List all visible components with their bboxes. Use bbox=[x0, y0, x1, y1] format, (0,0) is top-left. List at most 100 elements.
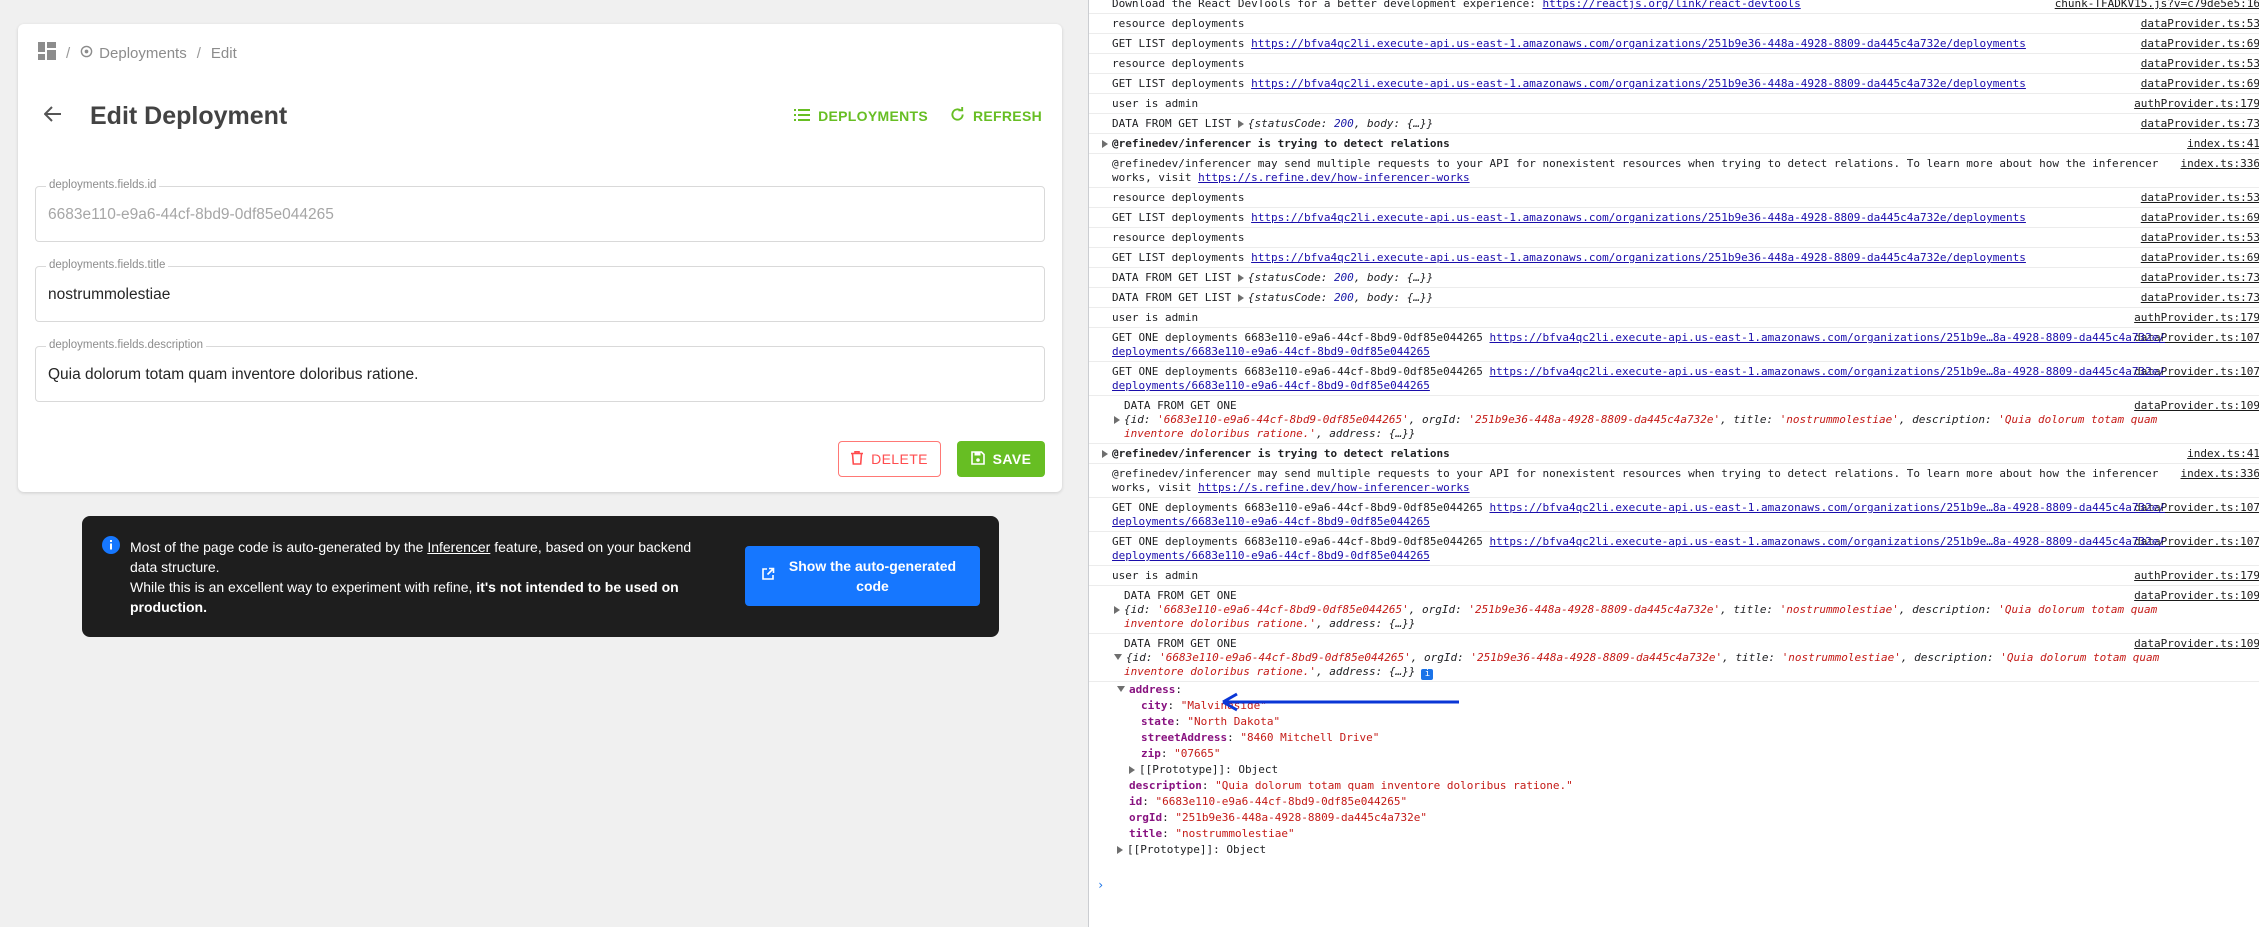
object-colon: : bbox=[1213, 843, 1227, 856]
description-field[interactable]: deployments.fields.description Quia dolo… bbox=[35, 339, 1045, 402]
object-value: "8460 Mitchell Drive" bbox=[1240, 731, 1380, 744]
object-key: address bbox=[1129, 683, 1176, 696]
console-source-link[interactable]: index.ts:41 bbox=[2187, 447, 2259, 461]
console-message: GET LIST deployments https://bfva4qc2li.… bbox=[1112, 37, 2170, 51]
console-text: GET ONE deployments 6683e110-e9a6-44cf-8… bbox=[1112, 535, 1490, 548]
console-row: index.ts:336 @refinedev/inferencer may se… bbox=[1089, 154, 2259, 188]
object-key: description bbox=[1129, 779, 1202, 792]
description-field-value[interactable]: Quia dolorum totam quam inventore dolori… bbox=[48, 366, 418, 384]
banner-text: Most of the page code is auto-generated … bbox=[130, 537, 720, 617]
object-key: state bbox=[1141, 715, 1175, 728]
console-message: resource deployments bbox=[1112, 17, 2170, 31]
edit-card: / Deployments / Edit Edit Deployment DEP… bbox=[18, 24, 1062, 492]
console-url-link[interactable]: https://reactjs.org/link/react-devtools bbox=[1542, 0, 1800, 10]
console-url-link[interactable]: https://bfva4qc2li.execute-api.us-east-1… bbox=[1251, 37, 2026, 50]
console-object[interactable]: {statusCode: 200, body: {…}} bbox=[1248, 271, 1433, 284]
object-tree-node: orgId: "251b9e36-448a-4928-8809-da445c4a… bbox=[1129, 810, 1427, 826]
object-tree-node: city: "Malvinaside" bbox=[1141, 698, 1267, 714]
expand-triangle-icon[interactable] bbox=[1114, 654, 1122, 660]
info-icon bbox=[102, 536, 120, 559]
expand-triangle-icon[interactable] bbox=[1114, 416, 1120, 424]
console-source-link[interactable]: index.ts:336 bbox=[2181, 467, 2259, 481]
id-field-value: 6683e110-e9a6-44cf-8bd9-0df85e044265 bbox=[48, 206, 334, 223]
console-message: GET LIST deployments https://bfva4qc2li.… bbox=[1112, 211, 2170, 225]
expand-triangle-icon[interactable] bbox=[1102, 450, 1108, 458]
object-key: [[Prototype]] bbox=[1139, 763, 1226, 776]
object-tree-node[interactable]: [[Prototype]]: Object bbox=[1117, 842, 1266, 858]
show-code-button[interactable]: Show the auto-generated code bbox=[745, 546, 980, 606]
deployments-list-label: DEPLOYMENTS bbox=[818, 108, 928, 124]
expand-triangle-icon[interactable] bbox=[1114, 606, 1120, 614]
refresh-button[interactable]: REFRESH bbox=[950, 106, 1042, 125]
object-tree-node[interactable]: address: bbox=[1117, 682, 1189, 698]
console-text: user is admin bbox=[1112, 97, 1199, 110]
console-row: dataProvider.ts:69 GET LIST deployments h… bbox=[1089, 74, 2259, 94]
title-field[interactable]: deployments.fields.title nostrummolestia… bbox=[35, 259, 1045, 322]
title-field-value[interactable]: nostrummolestiae bbox=[48, 286, 170, 304]
console-row: dataProvider.ts:69 GET LIST deployments h… bbox=[1089, 208, 2259, 228]
id-field-label: deployments.fields.id bbox=[46, 179, 160, 191]
console-text: GET LIST deployments bbox=[1112, 211, 1252, 224]
expand-triangle-icon[interactable] bbox=[1117, 686, 1125, 692]
console-row: dataProvider.ts:109 DATA FROM GET ONE {id:… bbox=[1089, 586, 2259, 634]
inferencer-link[interactable]: Inferencer bbox=[427, 539, 490, 555]
console-object-preview[interactable]: {id: '6683e110-e9a6-44cf-8bd9-0df85e0442… bbox=[1124, 413, 2164, 440]
console-text: resource deployments bbox=[1112, 17, 1245, 30]
description-field-label: deployments.fields.description bbox=[46, 339, 207, 351]
console-row: dataProvider.ts:73 DATA FROM GET LIST {st… bbox=[1089, 268, 2259, 288]
list-icon bbox=[794, 108, 811, 124]
expand-triangle-icon[interactable] bbox=[1237, 274, 1244, 282]
floppy-icon bbox=[970, 450, 985, 468]
back-button[interactable] bbox=[38, 101, 68, 131]
console-object[interactable]: {statusCode: 200, body: {…}} bbox=[1248, 117, 1433, 130]
object-key: [[Prototype]] bbox=[1127, 843, 1214, 856]
console-url-link[interactable]: https://s.refine.dev/how-inferencer-work… bbox=[1198, 171, 1470, 184]
console-message: Download the React DevTools for a better… bbox=[1112, 0, 2170, 11]
delete-button[interactable]: DELETE bbox=[838, 441, 941, 477]
object-colon: : bbox=[1227, 731, 1241, 744]
console-text: @refinedev/inferencer is trying to detec… bbox=[1112, 447, 1450, 460]
console-url-link[interactable]: https://bfva4qc2li.execute-api.us-east-1… bbox=[1251, 211, 2026, 224]
console-row: dataProvider.ts:53 resource deployments bbox=[1089, 228, 2259, 248]
object-value: "nostrummolestiae" bbox=[1175, 827, 1295, 840]
console-object[interactable]: {statusCode: 200, body: {…}} bbox=[1248, 291, 1433, 304]
dashboard-icon[interactable] bbox=[38, 42, 56, 64]
console-source-link[interactable]: index.ts:336 bbox=[2181, 157, 2259, 171]
console-url-link[interactable]: https://bfva4qc2li.execute-api.us-east-1… bbox=[1251, 251, 2026, 264]
console-url-link[interactable]: https://s.refine.dev/how-inferencer-work… bbox=[1198, 481, 1470, 494]
info-badge-icon[interactable]: i bbox=[1421, 669, 1434, 680]
console-message: @refinedev/inferencer is trying to detec… bbox=[1102, 137, 2160, 151]
console-message: @refinedev/inferencer may send multiple … bbox=[1112, 467, 2170, 495]
breadcrumb-deployments-label: Deployments bbox=[99, 44, 187, 62]
console-row: dataProvider.ts:107 GET ONE deployments 6… bbox=[1089, 362, 2259, 396]
save-button[interactable]: SAVE bbox=[957, 441, 1045, 477]
console-row: dataProvider.ts:73 DATA FROM GET LIST {st… bbox=[1089, 288, 2259, 308]
object-key: streetAddress bbox=[1141, 731, 1228, 744]
object-tree-node: description: "Quia dolorum totam quam in… bbox=[1129, 778, 1573, 794]
console-object-preview[interactable]: {id: '6683e110-e9a6-44cf-8bd9-0df85e0442… bbox=[1124, 603, 2164, 630]
console-text: DATA FROM GET LIST bbox=[1112, 291, 1238, 304]
deployments-list-button[interactable]: DEPLOYMENTS bbox=[794, 107, 928, 125]
object-colon: : bbox=[1167, 699, 1181, 712]
object-key: id bbox=[1129, 795, 1143, 808]
app-area: / Deployments / Edit Edit Deployment DEP… bbox=[0, 0, 1088, 927]
console-url-link[interactable]: https://bfva4qc2li.execute-api.us-east-1… bbox=[1251, 77, 2026, 90]
object-tree-node[interactable]: [[Prototype]]: Object bbox=[1129, 762, 1278, 778]
expand-triangle-icon[interactable] bbox=[1102, 140, 1108, 148]
console-text: resource deployments bbox=[1112, 57, 1245, 70]
expand-triangle-icon[interactable] bbox=[1237, 294, 1244, 302]
console-message: DATA FROM GET LIST {statusCode: 200, bod… bbox=[1112, 291, 2170, 305]
object-tree-node: title: "nostrummolestiae" bbox=[1129, 826, 1295, 842]
console-source-link[interactable]: index.ts:41 bbox=[2187, 137, 2259, 151]
expand-triangle-icon[interactable] bbox=[1237, 120, 1244, 128]
object-tree-node: streetAddress: "8460 Mitchell Drive" bbox=[1141, 730, 1379, 746]
console-text: resource deployments bbox=[1112, 231, 1245, 244]
expand-triangle-icon[interactable] bbox=[1129, 766, 1135, 774]
expand-triangle-icon[interactable] bbox=[1117, 846, 1123, 854]
breadcrumb-deployments[interactable]: Deployments bbox=[80, 45, 187, 62]
breadcrumb-separator: / bbox=[66, 44, 71, 62]
console-object-preview[interactable]: {id: '6683e110-e9a6-44cf-8bd9-0df85e0442… bbox=[1124, 651, 2166, 678]
page-title: Edit Deployment bbox=[90, 101, 288, 130]
console-prompt[interactable]: › bbox=[1097, 878, 1104, 892]
page-header: Edit Deployment DEPLOYMENTS REFRESH bbox=[38, 96, 1042, 136]
